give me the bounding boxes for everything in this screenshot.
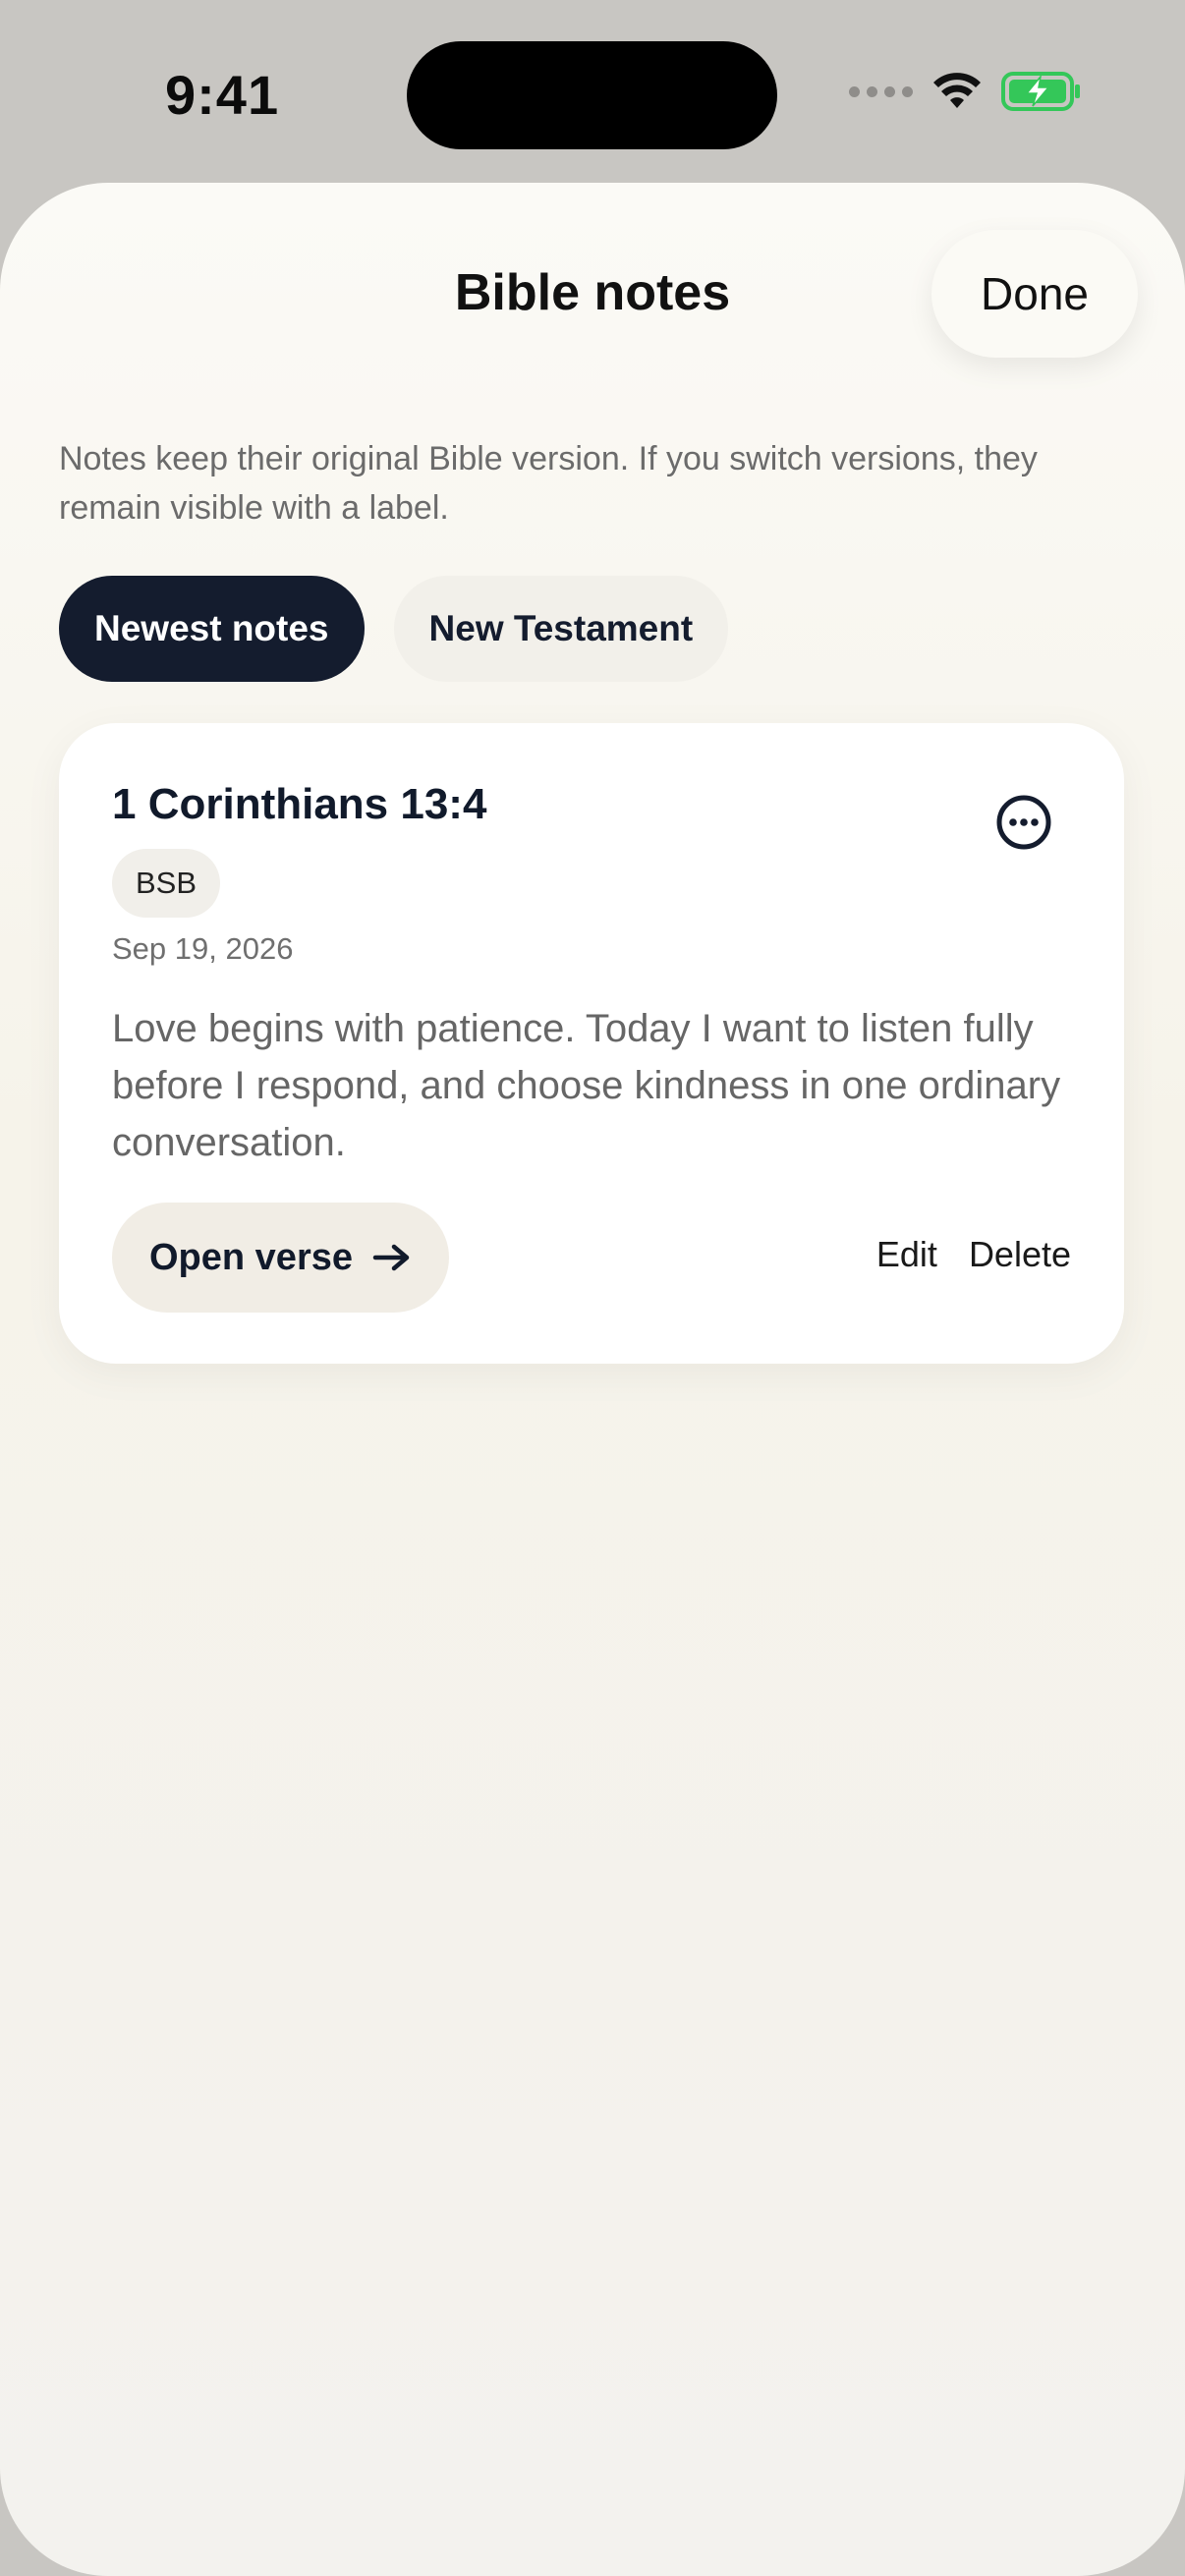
arrow-right-icon [372, 1244, 410, 1271]
status-time: 9:41 [165, 64, 280, 126]
notes-sheet: Bible notes Done Notes keep their origin… [0, 183, 1185, 2576]
note-date: Sep 19, 2026 [112, 931, 294, 966]
card-actions: Edit Delete [876, 1234, 1071, 1275]
wifi-icon [933, 73, 981, 108]
status-icons [849, 71, 1082, 112]
version-badge: BSB [112, 849, 221, 918]
edit-button[interactable]: Edit [876, 1234, 937, 1275]
filter-chip-new-testament[interactable]: New Testament [393, 576, 729, 682]
signal-dots-icon [849, 85, 913, 97]
filter-chips: Newest notes New Testament [59, 576, 729, 682]
note-reference: 1 Corinthians 13:4 [112, 780, 487, 828]
open-verse-button[interactable]: Open verse [112, 1203, 449, 1313]
status-bar: 9:41 [0, 0, 1185, 183]
dynamic-island [407, 41, 777, 149]
battery-charging-icon [1001, 72, 1080, 111]
note-card: 1 Corinthians 13:4 BSB Sep 19, 2026 Love… [59, 723, 1124, 1364]
filter-chip-newest[interactable]: Newest notes [59, 576, 365, 682]
done-button[interactable]: Done [931, 230, 1138, 358]
delete-button[interactable]: Delete [969, 1234, 1071, 1275]
open-verse-label: Open verse [149, 1236, 353, 1278]
intro-text: Notes keep their original Bible version.… [59, 440, 1038, 527]
ellipsis-circle-icon[interactable] [995, 794, 1052, 851]
note-body: Love begins with patience. Today I want … [112, 1007, 1061, 1164]
screen: 9:41 Bible notes Done Notes keep their o… [0, 0, 1185, 2576]
